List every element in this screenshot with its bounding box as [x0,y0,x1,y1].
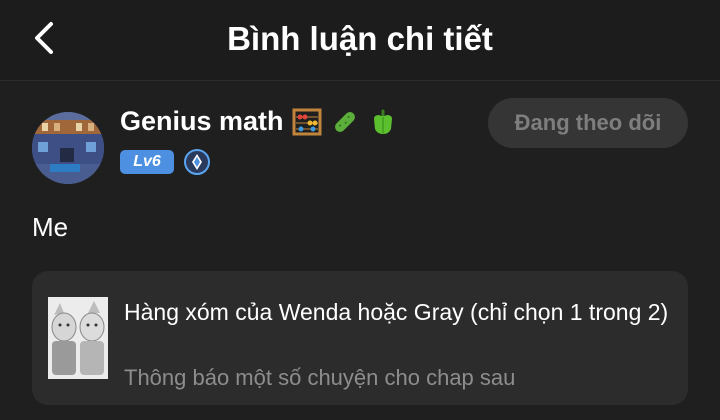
abacus-emoji [292,108,322,135]
bell-pepper-emoji [373,109,392,134]
avatar-image [32,112,104,184]
top-bar: Bình luận chi tiết [0,0,720,81]
following-button[interactable]: Đang theo dõi [488,98,688,148]
level-badge: Lv6 [120,150,174,174]
page-title: Bình luận chi tiết [227,20,493,57]
cucumber-emoji [334,111,355,132]
linked-post-subtitle: Thông báo một số chuyện cho chap sau [124,365,516,390]
comment-text: Me [32,212,69,242]
username: Genius math [120,106,284,136]
avatar[interactable] [32,112,104,184]
linked-post-card[interactable]: Hàng xóm của Wenda hoặc Gray (chỉ chọn 1… [32,271,688,405]
author-line[interactable]: Genius math [120,106,398,137]
post-thumbnail [48,297,108,379]
diamond-badge-icon [184,149,210,175]
linked-post-title: Hàng xóm của Wenda hoặc Gray (chỉ chọn 1… [124,299,669,325]
